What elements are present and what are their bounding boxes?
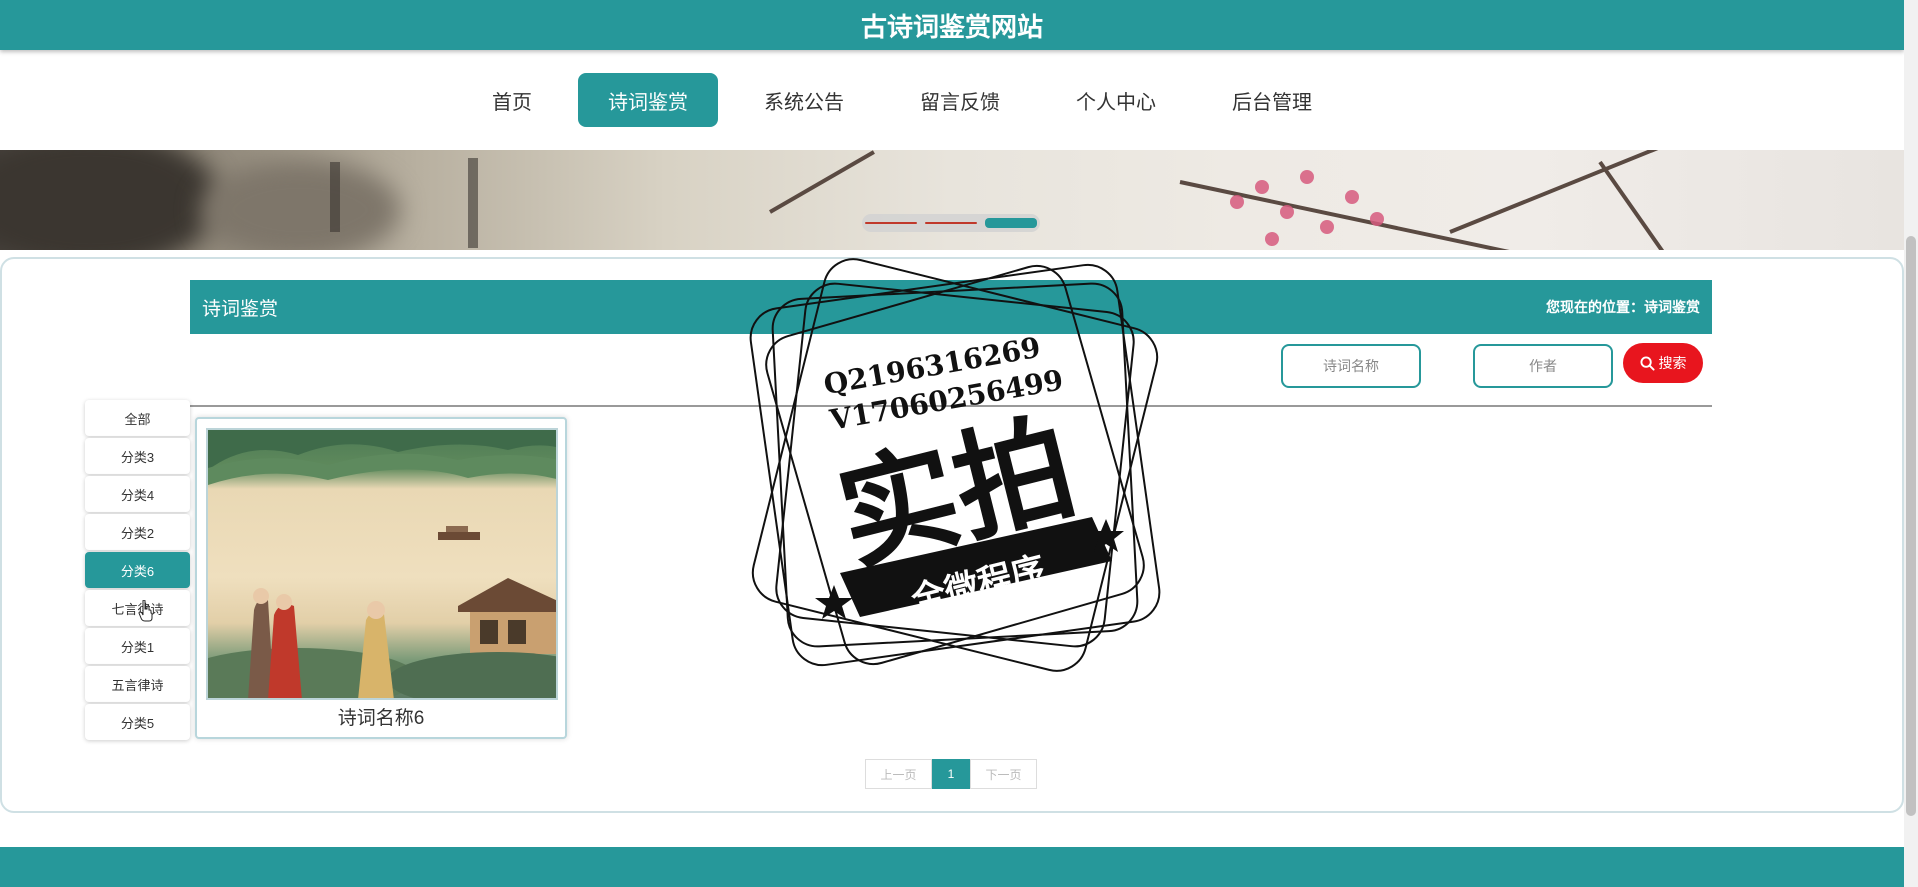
- banner-blossom: [1255, 180, 1269, 194]
- nav-item-profile[interactable]: 个人中心: [1046, 73, 1186, 127]
- next-page-button[interactable]: 下一页: [970, 759, 1037, 789]
- category-item[interactable]: 分类1: [85, 628, 190, 664]
- category-item[interactable]: 分类3: [85, 438, 190, 474]
- search-button[interactable]: 搜索: [1623, 343, 1703, 383]
- banner-branch: [769, 150, 875, 214]
- poem-painting: [208, 430, 556, 698]
- prev-page-button[interactable]: 上一页: [865, 759, 932, 789]
- site-title: 古诗词鉴赏网站: [860, 11, 1043, 42]
- section-title: 诗词鉴赏: [202, 298, 279, 320]
- banner-blossom: [1345, 190, 1359, 204]
- nav-item-home[interactable]: 首页: [462, 73, 562, 127]
- banner-blossom: [1230, 195, 1244, 209]
- nav-item-poetry[interactable]: 诗词鉴赏: [578, 73, 718, 127]
- carousel-dot-3[interactable]: [985, 218, 1037, 228]
- carousel-dot-2[interactable]: [925, 222, 977, 224]
- scrollbar-thumb[interactable]: [1906, 236, 1916, 816]
- nav-item-admin[interactable]: 后台管理: [1202, 73, 1342, 127]
- poem-title[interactable]: 诗词名称6: [197, 703, 565, 730]
- author-input[interactable]: [1473, 344, 1613, 388]
- banner-blossom: [1320, 220, 1334, 234]
- nav-item-feedback[interactable]: 留言反馈: [890, 73, 1030, 127]
- category-item[interactable]: 分类2: [85, 514, 190, 550]
- poem-thumbnail[interactable]: [206, 428, 558, 700]
- search-button-label: 搜索: [1658, 355, 1687, 371]
- page-number-button[interactable]: 1: [932, 759, 970, 789]
- category-item[interactable]: 分类4: [85, 476, 190, 512]
- category-item[interactable]: 五言律诗: [85, 666, 190, 702]
- footer: [0, 847, 1904, 887]
- search-divider: [190, 405, 1712, 407]
- banner-blossom: [1265, 232, 1279, 246]
- banner-calligraphy: [330, 162, 340, 232]
- banner-blossom: [1300, 170, 1314, 184]
- section-header: 诗词鉴赏 您现在的位置：诗词鉴赏: [190, 280, 1712, 334]
- category-item-active[interactable]: 分类6: [85, 552, 190, 588]
- banner-branch: [1449, 150, 1729, 234]
- poem-name-input[interactable]: [1281, 344, 1421, 388]
- banner-ink-wash: [200, 160, 400, 250]
- banner-ink-wash: [0, 150, 220, 250]
- pagination: 上一页 1 下一页: [865, 759, 1037, 789]
- search-icon: [1639, 355, 1655, 371]
- main-nav: 首页 诗词鉴赏 系统公告 留言反馈 个人中心 后台管理: [0, 50, 1904, 150]
- nav-item-announcements[interactable]: 系统公告: [734, 73, 874, 127]
- category-item[interactable]: 全部: [85, 400, 190, 436]
- banner-calligraphy: [468, 158, 478, 248]
- category-list: 全部 分类3 分类4 分类2 分类6 七言律诗 分类1 五言律诗 分类5: [85, 400, 190, 742]
- hand-cursor-icon: [138, 600, 153, 622]
- banner-blossom: [1280, 205, 1294, 219]
- poem-card[interactable]: 诗词名称6: [195, 417, 567, 739]
- carousel-indicators: [862, 214, 1040, 232]
- category-item[interactable]: 分类5: [85, 704, 190, 740]
- banner-branch: [1598, 160, 1717, 250]
- breadcrumb: 您现在的位置：诗词鉴赏: [1546, 299, 1700, 315]
- carousel-dot-1[interactable]: [865, 222, 917, 224]
- banner-blossom: [1370, 212, 1384, 226]
- site-header: 古诗词鉴赏网站: [0, 0, 1904, 50]
- banner-carousel: [0, 150, 1904, 250]
